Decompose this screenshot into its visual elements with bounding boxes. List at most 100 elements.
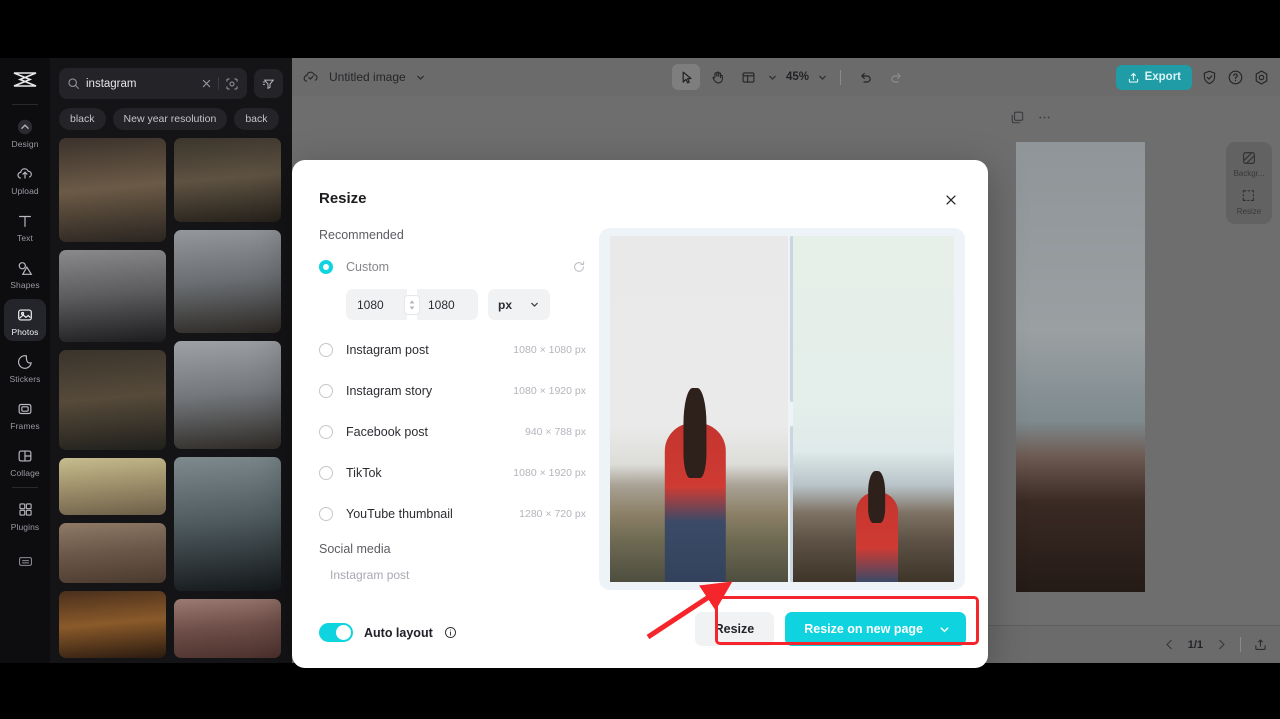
- sidebar-item-design[interactable]: Design: [4, 111, 46, 153]
- option-dimensions: 1280 × 720 px: [519, 508, 586, 520]
- sidebar-item-collage[interactable]: Collage: [4, 440, 46, 482]
- tag-chip[interactable]: New year resolution: [112, 108, 228, 130]
- export-button[interactable]: Export: [1115, 64, 1192, 90]
- visual-search-icon[interactable]: [225, 77, 239, 91]
- radio-custom[interactable]: [319, 260, 333, 274]
- top-letterbox: [0, 0, 1280, 58]
- option-preset[interactable]: Facebook post 940 × 788 px: [319, 419, 586, 445]
- resize-button-secondary[interactable]: Resize: [694, 612, 775, 646]
- zoom-chevron-down-icon[interactable]: [815, 72, 830, 83]
- height-input[interactable]: 1080: [417, 289, 478, 320]
- chevron-down-icon[interactable]: [938, 623, 966, 636]
- radio-preset[interactable]: [319, 343, 333, 357]
- info-icon[interactable]: [444, 626, 457, 639]
- resize-options: Recommended Custom 1080 1080 px Instagra…: [319, 228, 586, 582]
- photo-thumbnail[interactable]: [174, 457, 281, 591]
- photo-thumbnail[interactable]: [174, 598, 281, 658]
- sidebar-item-label: Shapes: [10, 280, 40, 290]
- sidebar-item-label: Text: [17, 233, 33, 243]
- redo-button[interactable]: [882, 64, 910, 90]
- photo-thumbnail[interactable]: [174, 138, 281, 223]
- option-custom[interactable]: Custom: [319, 254, 586, 280]
- resize-button[interactable]: Resize: [1226, 188, 1272, 216]
- resize-on-new-page-button[interactable]: Resize on new page: [785, 612, 966, 646]
- link-dimensions-icon[interactable]: [405, 295, 419, 314]
- option-preset[interactable]: TikTok 1080 × 1920 px: [319, 460, 586, 486]
- radio-preset[interactable]: [319, 384, 333, 398]
- undo-button[interactable]: [851, 64, 879, 90]
- option-dimensions: 1080 × 1920 px: [513, 385, 586, 397]
- sidebar-item-photos[interactable]: Photos: [4, 299, 46, 341]
- duplicate-icon[interactable]: [1010, 110, 1025, 125]
- photo-thumbnail[interactable]: [59, 138, 166, 243]
- settings-gear-icon[interactable]: [1253, 69, 1270, 86]
- sticker-icon: [16, 352, 34, 371]
- close-icon[interactable]: [201, 78, 212, 89]
- select-tool-button[interactable]: [672, 64, 700, 90]
- more-horizontal-icon[interactable]: [1037, 110, 1052, 125]
- search-row: instagram: [50, 58, 292, 105]
- chevron-left-icon[interactable]: [1163, 638, 1176, 651]
- background-button[interactable]: Backgr...: [1226, 150, 1272, 178]
- sidebar-item-stickers[interactable]: Stickers: [4, 346, 46, 388]
- chevron-down-icon[interactable]: [415, 72, 426, 83]
- search-divider: [218, 77, 219, 90]
- option-preset[interactable]: Instagram post 1080 × 1080 px: [319, 337, 586, 363]
- export-label: Export: [1144, 71, 1181, 83]
- tag-chip[interactable]: back: [234, 108, 279, 130]
- sidebar-item-label: Stickers: [9, 374, 41, 384]
- preset-list: Instagram post 1080 × 1080 px Instagram st…: [319, 337, 586, 527]
- photo-thumbnail[interactable]: [59, 458, 166, 516]
- radio-preset[interactable]: [319, 507, 333, 521]
- photo-thumbnail[interactable]: [174, 341, 281, 450]
- left-rail: Design Upload Text Shapes Photos Sticker…: [0, 58, 50, 663]
- unit-select[interactable]: px: [488, 289, 550, 320]
- layout-chevron-down-icon[interactable]: [765, 72, 780, 83]
- shield-check-icon[interactable]: [1201, 69, 1218, 86]
- tag-chip[interactable]: black: [59, 108, 106, 130]
- filter-button[interactable]: [254, 69, 283, 98]
- sidebar-item-shapes[interactable]: Shapes: [4, 252, 46, 294]
- top-toolbar: Untitled image 45% Export: [292, 58, 1280, 96]
- photo-thumbnail[interactable]: [174, 230, 281, 334]
- sidebar-item-frames[interactable]: Frames: [4, 393, 46, 435]
- cloud-upload-icon: [16, 164, 34, 183]
- width-input[interactable]: 1080: [346, 289, 407, 320]
- zoom-level[interactable]: 45%: [783, 71, 812, 83]
- chevron-right-icon[interactable]: [1215, 638, 1228, 651]
- photo-thumbnail[interactable]: [59, 250, 166, 343]
- photo-thumbnail[interactable]: [59, 350, 166, 451]
- social-media-item[interactable]: Instagram post: [330, 568, 586, 582]
- sidebar-item-label: Collage: [10, 468, 40, 478]
- photo-thumbnail[interactable]: [59, 523, 166, 584]
- radio-preset[interactable]: [319, 466, 333, 480]
- option-preset[interactable]: YouTube thumbnail 1280 × 720 px: [319, 501, 586, 527]
- page-navigation: 1/1: [1163, 637, 1268, 652]
- close-icon[interactable]: [939, 188, 963, 212]
- artboard[interactable]: [1016, 142, 1145, 592]
- toolbar-right: Export: [1115, 58, 1270, 96]
- dialog-title: Resize: [319, 190, 367, 207]
- capcut-logo-icon[interactable]: [0, 58, 50, 100]
- hand-tool-button[interactable]: [703, 64, 731, 90]
- sidebar-item-plugins[interactable]: Plugins: [4, 494, 46, 536]
- screen-root: Design Upload Text Shapes Photos Sticker…: [0, 0, 1280, 719]
- layout-tool-button[interactable]: [734, 64, 762, 90]
- auto-layout-toggle[interactable]: [319, 623, 353, 642]
- sidebar-item-text[interactable]: Text: [4, 205, 46, 247]
- sidebar-item-extra[interactable]: [4, 546, 46, 575]
- option-preset[interactable]: Instagram story 1080 × 1920 px: [319, 378, 586, 404]
- reset-icon[interactable]: [572, 260, 586, 274]
- option-label: TikTok: [346, 466, 382, 480]
- help-circle-icon[interactable]: [1227, 69, 1244, 86]
- primary-action-label: Resize on new page: [804, 622, 923, 636]
- search-input[interactable]: instagram: [59, 68, 247, 99]
- collage-icon: [16, 446, 34, 465]
- photo-thumbnail[interactable]: [59, 591, 166, 658]
- radio-preset[interactable]: [319, 425, 333, 439]
- upload-icon: [1127, 71, 1140, 84]
- sidebar-item-label: Design: [11, 139, 39, 149]
- document-title-group[interactable]: Untitled image: [302, 68, 426, 86]
- sidebar-item-upload[interactable]: Upload: [4, 158, 46, 200]
- export-small-icon[interactable]: [1253, 637, 1268, 652]
